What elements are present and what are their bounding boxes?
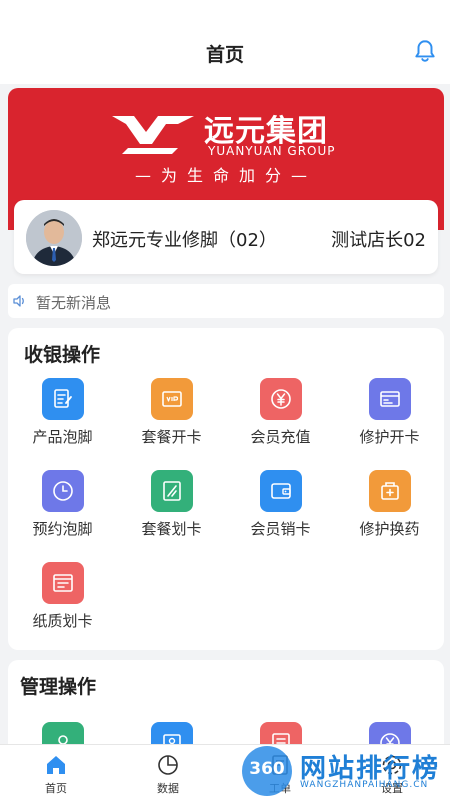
watermark-number: 360 [249,759,285,779]
page-title: 首页 [205,44,244,66]
person-avatar-icon [26,210,82,266]
card-swipe-icon [151,470,193,512]
bell-icon[interactable] [412,38,438,64]
notice-bar[interactable]: 暂无新消息 [8,284,444,318]
watermark-url: WANGZHANPAIHANG.CN [300,780,429,790]
brand-logo-icon [112,116,194,154]
store-profile-card[interactable]: 郑远元专业修脚（02） 测试店长02 [14,200,438,274]
tab-data[interactable]: 数据 [112,745,224,800]
member-cancel-card-label: 会员销卡 [250,520,311,538]
medicine-box-icon [369,470,411,512]
cashier-operations-card: 收银操作 产品泡脚 套餐开卡 会员充值 修护开卡 预约泡脚 套餐划卡 会员销卡 … [8,328,444,650]
manager-name: 测试店长02 [331,230,426,251]
appointment-foot-soak-button[interactable]: 预约泡脚 [8,460,117,548]
product-foot-soak-label: 产品泡脚 [32,428,93,446]
document-edit-icon [42,378,84,420]
package-open-card-button[interactable]: 套餐开卡 [117,368,226,456]
site-watermark: 360 网站排行榜 WANGZHANPAIHANG.CN [240,742,450,800]
app-header: 首页 [0,0,450,84]
paper-swipe-card-button[interactable]: 纸质划卡 [8,552,117,640]
package-swipe-card-label: 套餐划卡 [141,520,202,538]
package-open-card-label: 套餐开卡 [141,428,202,446]
tab-home[interactable]: 首页 [0,745,112,800]
notice-text: 暂无新消息 [36,294,112,312]
repair-change-medicine-label: 修护换药 [359,520,420,538]
paper-swipe-card-label: 纸质划卡 [32,612,93,630]
repair-open-card-button[interactable]: 修护开卡 [335,368,444,456]
member-recharge-button[interactable]: 会员充值 [226,368,335,456]
store-name: 郑远元专业修脚（02） [92,230,277,251]
tab-home-label: 首页 [45,782,67,795]
repair-open-card-label: 修护开卡 [359,428,420,446]
product-foot-soak-button[interactable]: 产品泡脚 [8,368,117,456]
home-icon [47,756,65,774]
speaker-icon [13,295,24,307]
cashier-section-title: 收银操作 [24,344,101,366]
pie-chart-icon [158,755,178,775]
package-swipe-card-button[interactable]: 套餐划卡 [117,460,226,548]
member-cancel-card-button[interactable]: 会员销卡 [226,460,335,548]
member-recharge-label: 会员充值 [250,428,311,446]
yuan-icon [260,378,302,420]
wallet-icon [260,470,302,512]
avatar [26,210,82,266]
brand-english-name: YUANYUAN GROUP [208,144,336,158]
id-card-icon [369,378,411,420]
appointment-foot-soak-label: 预约泡脚 [32,520,93,538]
brand-slogan: —为生命加分— [134,166,317,185]
clock-icon [42,470,84,512]
repair-change-medicine-button[interactable]: 修护换药 [335,460,444,548]
paper-card-icon [42,562,84,604]
vip-card-icon [151,378,193,420]
management-section-title: 管理操作 [20,676,97,698]
tab-data-label: 数据 [157,782,179,795]
